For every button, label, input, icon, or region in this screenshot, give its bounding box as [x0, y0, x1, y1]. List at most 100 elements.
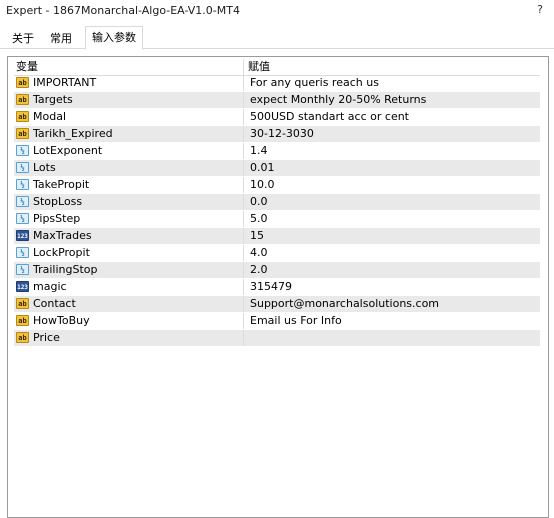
table-row[interactable]: ab Contact Support@monarchalsolutions.com	[14, 296, 541, 313]
integer-type-icon: 123	[16, 229, 29, 241]
string-type-icon: ab	[16, 93, 29, 105]
tab-common[interactable]: 常用	[44, 30, 78, 48]
column-divider	[243, 194, 244, 210]
parameter-value[interactable]: 5.0	[246, 211, 540, 227]
table-row[interactable]: ab Price	[14, 330, 541, 347]
title-bar: Expert - 1867Monarchal-Algo-EA-V1.0-MT4 …	[0, 0, 554, 22]
inputs-panel: 变量 赋值 ab IMPORTANT For any queris reach u…	[7, 56, 549, 518]
column-divider	[243, 313, 244, 329]
parameter-value[interactable]: 1.4	[246, 143, 540, 159]
parameter-name-cell: ab Tarikh_Expired	[14, 126, 244, 142]
string-type-icon: ab	[16, 76, 29, 88]
parameter-value[interactable]: Support@monarchalsolutions.com	[246, 296, 540, 312]
parameter-name-cell: 123 magic	[14, 279, 244, 295]
parameter-name: MaxTrades	[33, 229, 92, 242]
parameter-value[interactable]	[246, 330, 540, 346]
parameter-value[interactable]: Email us For Info	[246, 313, 540, 329]
parameter-value[interactable]: 500USD standart acc or cent	[246, 109, 540, 125]
table-row[interactable]: 123 magic 315479	[14, 279, 541, 296]
table-row[interactable]: ½ LockPropit 4.0	[14, 245, 541, 262]
table-row[interactable]: ab Modal 500USD standart acc or cent	[14, 109, 541, 126]
column-divider	[243, 177, 244, 193]
column-divider	[243, 296, 244, 312]
string-type-icon: ab	[16, 297, 29, 309]
column-divider	[243, 75, 244, 91]
table-row[interactable]: ab Targets expect Monthly 20-50% Returns	[14, 92, 541, 109]
table-header: 变量 赋值	[14, 59, 541, 76]
table-row[interactable]: ab IMPORTANT For any queris reach us	[14, 75, 541, 92]
table-row[interactable]: 123 MaxTrades 15	[14, 228, 541, 245]
parameter-name-cell: ½ LotExponent	[14, 143, 244, 159]
parameter-name-cell: ab Contact	[14, 296, 244, 312]
column-divider	[243, 262, 244, 278]
table-row[interactable]: ½ PipsStep 5.0	[14, 211, 541, 228]
parameter-name-cell: ab HowToBuy	[14, 313, 244, 329]
parameter-value[interactable]: 2.0	[246, 262, 540, 278]
help-button[interactable]: ?	[533, 3, 547, 17]
column-divider[interactable]	[243, 59, 244, 75]
parameters-table: 变量 赋值 ab IMPORTANT For any queris reach u…	[14, 59, 541, 347]
table-row[interactable]: ½ TakePropit 10.0	[14, 177, 541, 194]
parameter-name: LockPropit	[33, 246, 90, 259]
table-row[interactable]: ½ StopLoss 0.0	[14, 194, 541, 211]
double-type-icon: ½	[16, 178, 29, 190]
parameter-name-cell: ½ StopLoss	[14, 194, 244, 210]
integer-type-icon: 123	[16, 280, 29, 292]
parameter-name-cell: ab Targets	[14, 92, 244, 108]
parameter-name-cell: ½ LockPropit	[14, 245, 244, 261]
window-title: Expert - 1867Monarchal-Algo-EA-V1.0-MT4	[6, 4, 240, 17]
parameter-name-cell: ½ PipsStep	[14, 211, 244, 227]
column-header-variable[interactable]: 变量	[14, 59, 246, 75]
column-divider	[243, 109, 244, 125]
parameter-name-cell: ½ Lots	[14, 160, 244, 176]
parameter-name: magic	[33, 280, 67, 293]
parameter-name-cell: ab Price	[14, 330, 244, 346]
parameter-value[interactable]: 4.0	[246, 245, 540, 261]
parameter-name-cell: ½ TrailingStop	[14, 262, 244, 278]
parameter-name: PipsStep	[33, 212, 81, 225]
column-divider	[243, 228, 244, 244]
double-type-icon: ½	[16, 263, 29, 275]
double-type-icon: ½	[16, 246, 29, 258]
table-body: ab IMPORTANT For any queris reach us ab Tar…	[14, 75, 541, 347]
tab-strip: 关于 常用 输入参数	[0, 26, 554, 50]
parameter-name: LotExponent	[33, 144, 103, 157]
parameter-name: Price	[33, 331, 60, 344]
column-divider	[243, 126, 244, 142]
parameter-name-cell: ½ TakePropit	[14, 177, 244, 193]
parameter-name-cell: ab IMPORTANT	[14, 75, 244, 91]
parameter-name: Contact	[33, 297, 76, 310]
parameter-name-cell: 123 MaxTrades	[14, 228, 244, 244]
scrollbar[interactable]	[540, 57, 548, 517]
parameter-value[interactable]: 10.0	[246, 177, 540, 193]
string-type-icon: ab	[16, 314, 29, 326]
parameter-value[interactable]: 30-12-3030	[246, 126, 540, 142]
parameter-name: TrailingStop	[33, 263, 98, 276]
parameter-value[interactable]: 315479	[246, 279, 540, 295]
column-divider	[243, 245, 244, 261]
parameter-value[interactable]: 0.01	[246, 160, 540, 176]
column-divider	[243, 211, 244, 227]
table-row[interactable]: ab Tarikh_Expired 30-12-3030	[14, 126, 541, 143]
column-divider	[243, 160, 244, 176]
parameter-name: Lots	[33, 161, 56, 174]
column-divider	[243, 279, 244, 295]
table-row[interactable]: ½ LotExponent 1.4	[14, 143, 541, 160]
double-type-icon: ½	[16, 144, 29, 156]
table-row[interactable]: ½ Lots 0.01	[14, 160, 541, 177]
parameter-value[interactable]: For any queris reach us	[246, 75, 540, 91]
tab-inputs[interactable]: 输入参数	[85, 26, 143, 50]
column-divider	[243, 143, 244, 159]
parameter-name: IMPORTANT	[33, 76, 97, 89]
table-row[interactable]: ab HowToBuy Email us For Info	[14, 313, 541, 330]
table-row[interactable]: ½ TrailingStop 2.0	[14, 262, 541, 279]
column-header-value[interactable]: 赋值	[246, 59, 538, 75]
parameter-name-cell: ab Modal	[14, 109, 244, 125]
parameter-value[interactable]: 0.0	[246, 194, 540, 210]
parameter-value[interactable]: 15	[246, 228, 540, 244]
parameter-value[interactable]: expect Monthly 20-50% Returns	[246, 92, 540, 108]
double-type-icon: ½	[16, 195, 29, 207]
column-divider	[243, 330, 244, 346]
tab-about[interactable]: 关于	[6, 30, 40, 48]
parameter-name: Tarikh_Expired	[33, 127, 113, 140]
